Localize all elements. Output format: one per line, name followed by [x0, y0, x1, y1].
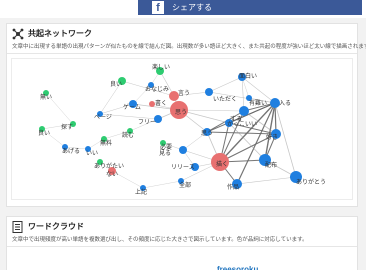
network-node-label: 書く: [155, 100, 168, 107]
network-node: [205, 88, 213, 96]
network-node-label: いい: [86, 150, 99, 157]
wordcloud-description: 文章中で出現頻度が高い単語を複数選び出し、その頻度に応じた大きさで図示しています…: [7, 235, 357, 247]
network-node-label: 全部: [179, 182, 192, 189]
network-node-label: ない: [106, 171, 119, 178]
network-node-label: 上記: [135, 189, 148, 196]
network-node-label: リリース: [171, 164, 195, 171]
network-node-label: ありがとう: [296, 179, 327, 186]
network-graph: 楽しい 良い 無い 言う いただく 思う 面白い 書く ゲーム ページ する 入る フリー 探す かっこいい…: [11, 58, 353, 200]
network-node-label: フリー: [138, 119, 157, 126]
wordcloud-card: ワードクラウド 文章中で出現頻度が高い単語を複数選び出し、その頻度に応じた大きさ…: [6, 216, 358, 270]
network-node-label: 作品: [227, 184, 240, 191]
network-header: 共起ネットワーク: [7, 24, 357, 42]
wordcloud-header: ワードクラウド: [7, 217, 357, 235]
wordcloud-logo: freesoroku: [217, 265, 259, 270]
cooccurrence-network-card: 共起ネットワーク 文章中に出現する単語の出現パターンが似たものを線で結んだ図。出…: [6, 23, 366, 207]
network-node-label: 言う: [178, 90, 191, 97]
network-node-label: 楽しい: [152, 64, 171, 71]
network-edge: [208, 76, 243, 93]
network-node-label: 好き: [266, 134, 279, 141]
network-edge: [236, 176, 297, 185]
document-icon: [11, 220, 24, 233]
network-icon: [11, 27, 24, 40]
share-bar: f シェアする: [0, 0, 366, 18]
network-node-label: 読む: [122, 132, 135, 139]
network-node-label: 思う: [175, 109, 188, 116]
network-node: [179, 146, 187, 154]
network-node-label: ゲーム: [123, 104, 141, 111]
network-node-label: ページ: [94, 114, 112, 121]
network-node-label: 面白い: [239, 73, 258, 80]
network-node-label: あげる: [62, 148, 81, 155]
network-node-label: おなじみ: [145, 86, 170, 93]
network-node-label: かっこいい: [227, 121, 258, 128]
network-node-label: 探す: [61, 124, 74, 131]
network-description: 文章中に出現する単語の出現パターンが似たものを線で結んだ図。出現数が多い語ほど大…: [7, 42, 366, 54]
network-node-label: 良い: [110, 81, 123, 88]
facebook-share-button[interactable]: f シェアする: [138, 0, 362, 15]
network-edge: [178, 109, 245, 112]
facebook-icon: f: [152, 1, 164, 14]
network-node-label: 無い: [40, 94, 53, 101]
network-title: 共起ネットワーク: [28, 29, 92, 38]
network-node-label: 良い: [38, 130, 51, 137]
network-node-label: 入る: [279, 100, 292, 107]
network-node-label: 配布: [265, 162, 278, 169]
network-node-label: 描く: [216, 161, 229, 168]
wordcloud-title: ワードクラウド: [28, 222, 84, 231]
network-node-label: いただく: [213, 96, 238, 103]
network-edge: [142, 180, 182, 189]
network-node-label: 思う: [201, 130, 214, 137]
network-edge: [274, 102, 297, 178]
network-node-label: 無料: [100, 140, 113, 147]
share-label: シェアする: [172, 3, 212, 12]
network-node-label: 見る: [159, 150, 172, 157]
network-node-label: 有難い: [249, 100, 268, 107]
